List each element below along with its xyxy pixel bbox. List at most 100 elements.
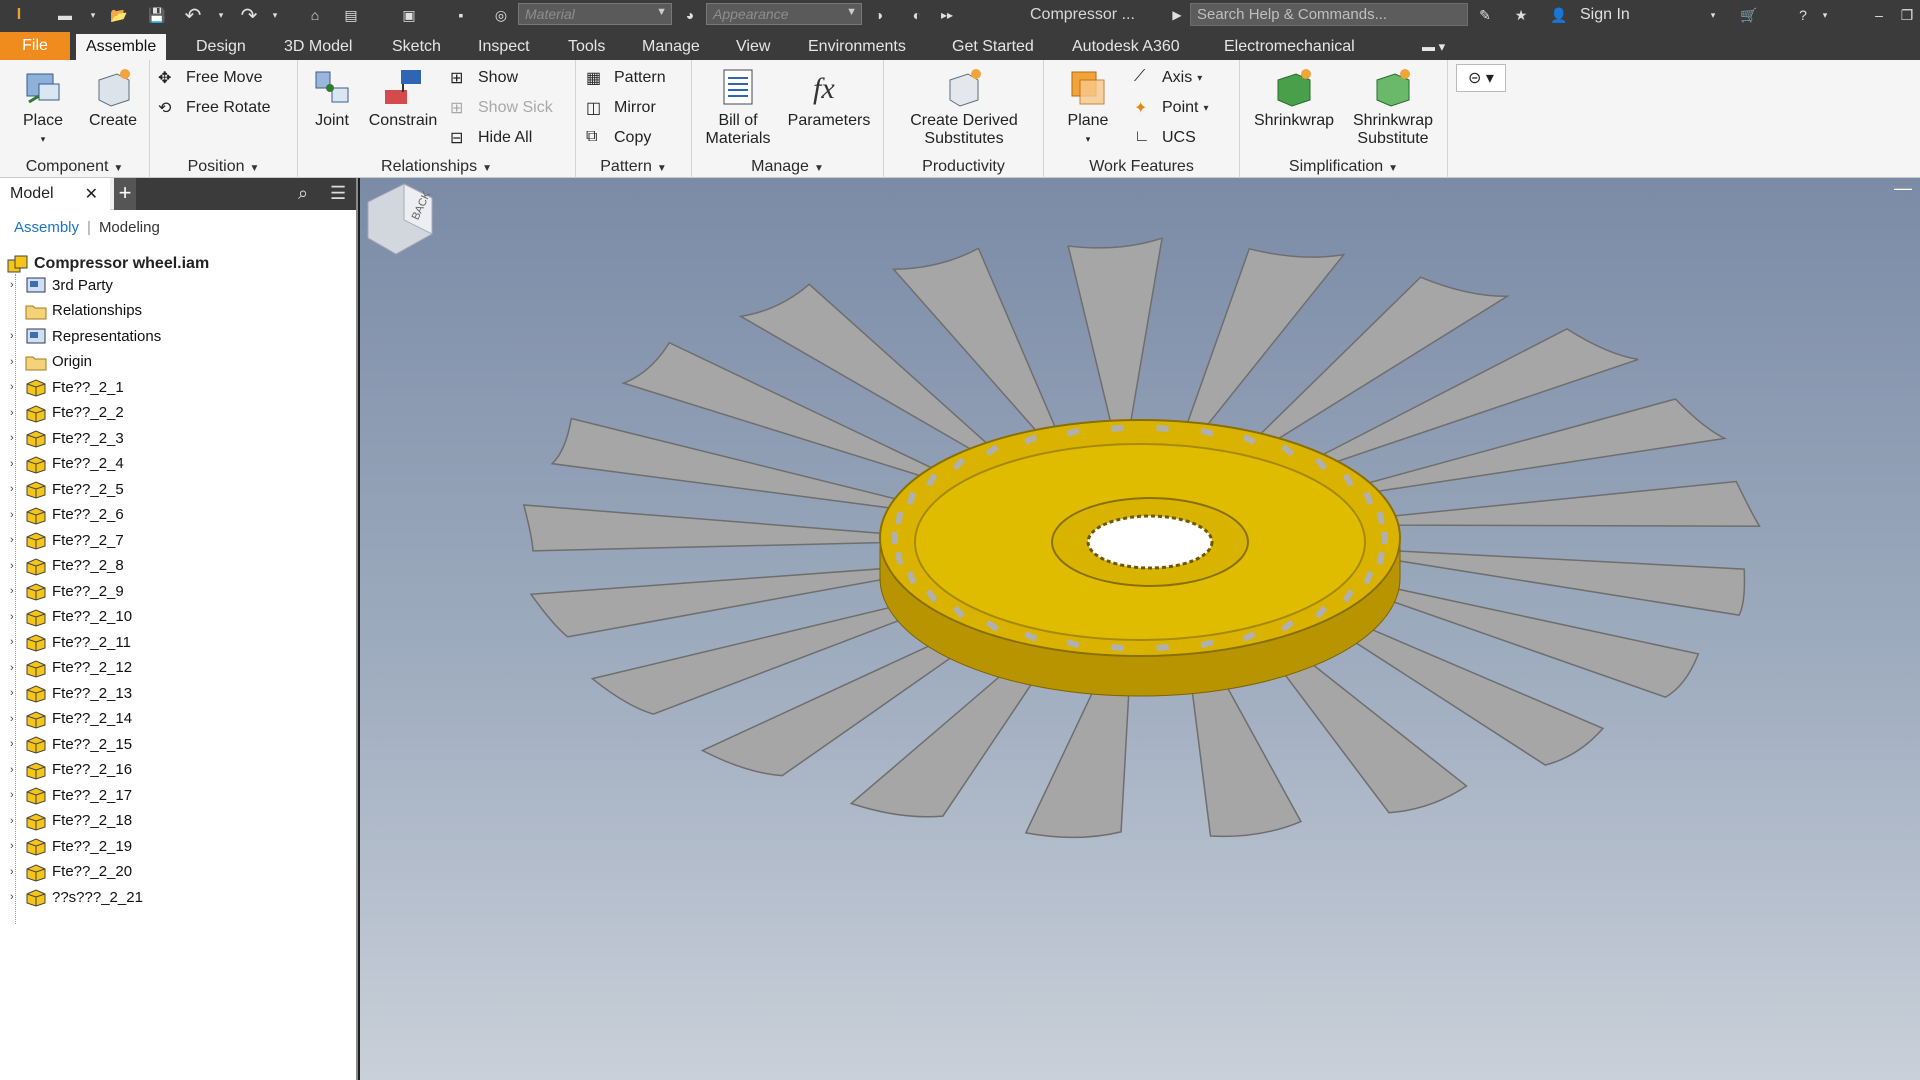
tab-3d-model[interactable]: 3D Model xyxy=(274,34,362,60)
expand-chevron-icon[interactable]: › xyxy=(10,432,24,444)
tree-item[interactable]: › Fte??_2_20 xyxy=(10,861,132,883)
point-button[interactable]: ✦ Point ▾ xyxy=(1134,96,1209,120)
tree-item[interactable]: › Fte??_2_12 xyxy=(10,657,132,679)
expand-chevron-icon[interactable]: › xyxy=(10,636,24,648)
close-icon[interactable]: ✕ xyxy=(85,184,98,204)
tab-autodesk-a360[interactable]: Autodesk A360 xyxy=(1062,34,1190,60)
tree-item[interactable]: › Fte??_2_4 xyxy=(10,453,124,475)
search-icon[interactable]: ⌕ xyxy=(298,183,308,204)
tab-manage[interactable]: Manage xyxy=(632,34,710,60)
ucs-button[interactable]: ∟ UCS xyxy=(1134,126,1196,150)
modeling-mode-link[interactable]: Modeling xyxy=(99,219,160,236)
expand-chevron-icon[interactable]: › xyxy=(10,738,24,750)
expand-chevron-icon[interactable]: › xyxy=(10,662,24,674)
tree-item[interactable]: › ??s???_2_21 xyxy=(10,886,143,908)
model-tab[interactable]: Model ✕ xyxy=(0,178,110,210)
tree-item[interactable]: › Fte??_2_15 xyxy=(10,733,132,755)
tree-item[interactable]: › Fte??_2_6 xyxy=(10,504,124,526)
blade[interactable] xyxy=(1067,237,1164,422)
show-sick-button[interactable]: ⊞ Show Sick xyxy=(450,96,553,120)
tab-file[interactable]: File xyxy=(0,32,70,60)
tree-item[interactable]: › 3rd Party xyxy=(10,274,113,296)
tree-item[interactable]: › Representations xyxy=(10,325,161,347)
undo-dropdown-icon[interactable]: ▾ xyxy=(214,3,228,27)
tools-icon[interactable]: ✎ xyxy=(1472,3,1498,27)
plane-button[interactable]: Plane ▾ xyxy=(1048,66,1128,148)
restore-icon[interactable]: ❐ xyxy=(1896,3,1918,27)
minimize-icon[interactable]: – xyxy=(1868,3,1890,27)
tab-get-started[interactable]: Get Started xyxy=(942,34,1044,60)
free-rotate-button[interactable]: ⟲ Free Rotate xyxy=(158,96,270,120)
expand-chevron-icon[interactable]: › xyxy=(10,560,24,572)
expand-chevron-icon[interactable]: › xyxy=(10,713,24,725)
tree-item[interactable]: › Fte??_2_7 xyxy=(10,529,124,551)
parameters-button[interactable]: fx Parameters xyxy=(780,66,878,130)
new-file-icon[interactable]: ▬ xyxy=(52,3,78,27)
search-input[interactable]: Search Help & Commands... xyxy=(1190,3,1468,26)
home-icon[interactable]: ⌂ xyxy=(302,3,328,27)
redo-dropdown-icon[interactable]: ▾ xyxy=(268,3,282,27)
help-icon[interactable]: ? xyxy=(1790,3,1816,27)
expand-chevron-icon[interactable]: › xyxy=(10,458,24,470)
print-icon[interactable]: ▤ xyxy=(338,3,364,27)
measure-icon[interactable]: ▪ xyxy=(448,3,474,27)
bill-of-materials-button[interactable]: Bill of Materials xyxy=(700,66,776,148)
save-icon[interactable]: 💾 xyxy=(144,3,170,27)
hide-all-button[interactable]: ⊟ Hide All xyxy=(450,126,532,150)
expand-chevron-icon[interactable]: › xyxy=(10,483,24,495)
expand-chevron-icon[interactable]: › xyxy=(10,764,24,776)
tab-view[interactable]: View xyxy=(726,34,780,60)
tree-item[interactable]: › Fte??_2_8 xyxy=(10,555,124,577)
favorites-star-icon[interactable]: ★ xyxy=(1508,3,1534,27)
expand-chevron-icon[interactable]: › xyxy=(10,509,24,521)
shrinkwrap-substitute-button[interactable]: Shrinkwrap Substitute xyxy=(1344,66,1442,148)
cart-icon[interactable]: 🛒 xyxy=(1736,3,1762,27)
panel-title-relationships[interactable]: Relationships ▼ xyxy=(298,158,575,176)
tree-item[interactable]: › Fte??_2_18 xyxy=(10,810,132,832)
open-folder-icon[interactable]: 📂 xyxy=(106,3,132,27)
tree-item[interactable]: › Fte??_2_17 xyxy=(10,784,132,806)
expand-chevron-icon[interactable]: › xyxy=(10,330,24,342)
tree-item[interactable]: › Fte??_2_13 xyxy=(10,682,132,704)
ribbon-options-icon[interactable]: ▬ ▾ xyxy=(1412,34,1455,60)
panel-title-simplification[interactable]: Simplification ▼ xyxy=(1240,158,1447,176)
add-browser-icon[interactable]: + xyxy=(114,178,136,210)
panel-title-pattern[interactable]: Pattern ▼ xyxy=(576,158,691,176)
place-button[interactable]: Place ▾ xyxy=(12,66,74,148)
expand-chevron-icon[interactable]: › xyxy=(10,585,24,597)
assembly-mode-link[interactable]: Assembly xyxy=(14,219,79,236)
shrinkwrap-button[interactable]: Shrinkwrap xyxy=(1246,66,1342,130)
joint-button[interactable]: Joint xyxy=(302,66,362,130)
expand-chevron-icon[interactable]: › xyxy=(10,789,24,801)
undo-icon[interactable]: ↶ xyxy=(180,3,206,27)
tree-root[interactable]: Compressor wheel.iam xyxy=(6,254,209,274)
app-logo[interactable]: I xyxy=(4,3,34,27)
create-derived-substitutes-button[interactable]: Create Derived Substitutes xyxy=(894,66,1034,148)
splined-bore[interactable] xyxy=(1086,514,1214,570)
tree-item[interactable]: › Fte??_2_9 xyxy=(10,580,124,602)
expand-chevron-icon[interactable]: › xyxy=(10,866,24,878)
tab-tools[interactable]: Tools xyxy=(558,34,615,60)
help-dropdown-icon[interactable]: ▾ xyxy=(1818,3,1832,27)
tab-electromechanical[interactable]: Electromechanical xyxy=(1214,34,1365,60)
expand-chevron-icon[interactable]: › xyxy=(10,891,24,903)
appearance-dropdown[interactable]: Appearance ▼ xyxy=(706,3,862,25)
tree-item[interactable]: › Fte??_2_16 xyxy=(10,759,132,781)
select-icon[interactable]: ▣ xyxy=(396,3,422,27)
expand-chevron-icon[interactable]: › xyxy=(10,279,24,291)
viewcube[interactable]: BACK xyxy=(360,178,436,258)
tree-item[interactable]: › Fte??_2_11 xyxy=(10,631,131,653)
chevron-down-icon[interactable]: ▾ xyxy=(86,3,100,27)
mirror-button[interactable]: ◫ Mirror xyxy=(586,96,656,120)
tree-item[interactable]: Relationships xyxy=(10,300,142,322)
create-button[interactable]: Create xyxy=(82,66,144,130)
tree-item[interactable]: › Fte??_2_10 xyxy=(10,606,132,628)
graphics-viewport[interactable]: — BACK xyxy=(360,178,1920,1080)
expand-chevron-icon[interactable]: › xyxy=(10,407,24,419)
show-button[interactable]: ⊞ Show xyxy=(450,66,518,90)
expand-chevron-icon[interactable]: › xyxy=(10,611,24,623)
tree-item[interactable]: › Fte??_2_19 xyxy=(10,835,132,857)
expand-chevron-icon[interactable]: › xyxy=(10,840,24,852)
clear-appearance-icon[interactable]: ◐ xyxy=(904,3,930,27)
tree-item[interactable]: › Fte??_2_14 xyxy=(10,708,132,730)
